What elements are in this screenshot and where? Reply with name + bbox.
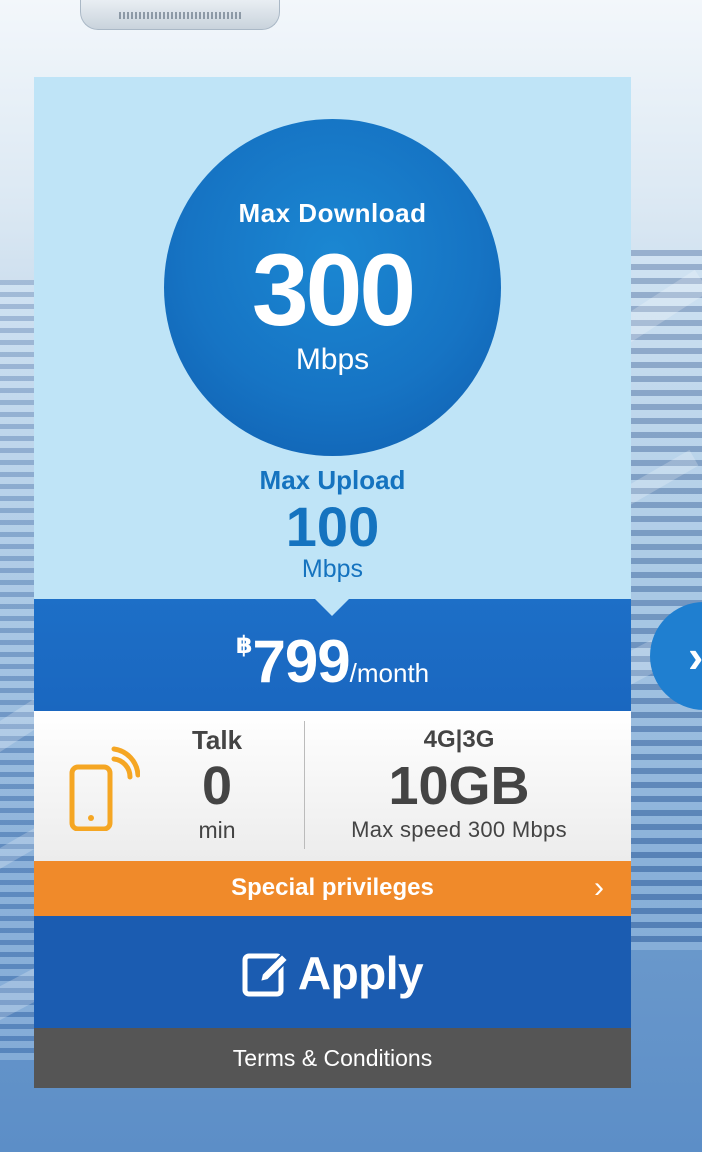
download-unit: Mbps: [295, 343, 370, 376]
data-allowance-value: 10GB: [388, 756, 530, 816]
terms-label: Terms & Conditions: [232, 1045, 433, 1071]
apply-content: Apply: [34, 946, 631, 1000]
talk-column: Talk 0 min: [167, 723, 267, 845]
data-network-label: 4G|3G: [423, 726, 495, 753]
mobile-phone-signal-icon: [69, 746, 140, 831]
special-privileges-button[interactable]: Special privileges ›: [34, 861, 631, 916]
upload-unit: Mbps: [301, 555, 364, 583]
apply-label: Apply: [297, 947, 424, 999]
download-label: Max Download: [238, 198, 427, 228]
data-column: 4G|3G 10GB Max speed 300 Mbps: [314, 723, 604, 845]
chevron-right-icon: ›: [688, 630, 702, 682]
talk-minutes-value: 0: [201, 756, 233, 816]
router-vents: [119, 12, 243, 19]
apply-button[interactable]: Apply: [34, 916, 631, 1028]
download-value: 300: [251, 233, 416, 347]
special-privileges-label: Special privileges: [231, 874, 434, 901]
edit-icon: [242, 952, 290, 997]
chevron-right-icon: ›: [594, 871, 604, 904]
price-notch: [314, 598, 350, 616]
terms-and-conditions-link[interactable]: Terms & Conditions: [34, 1028, 631, 1088]
price-period: /month: [349, 658, 430, 688]
price-band: ฿799/month: [34, 598, 631, 711]
upload-value: 100: [285, 495, 380, 558]
talk-label: Talk: [191, 725, 243, 755]
plan-card: Max Download 300 Mbps Max Upload 100 Mbp…: [34, 77, 631, 1088]
monthly-price: ฿799/month: [34, 627, 631, 696]
plan-details-panel: Talk 0 min 4G|3G 10GB Max speed 300 Mbps: [34, 711, 631, 861]
column-divider: [304, 721, 305, 849]
wifi-router-icon: [80, 0, 280, 30]
upload-label: Max Upload: [259, 465, 406, 495]
price-currency: ฿: [235, 632, 253, 659]
price-amount: 799: [252, 628, 351, 695]
talk-unit: min: [198, 817, 236, 843]
data-max-speed: Max speed 300 Mbps: [351, 817, 567, 842]
background-city-right: [622, 250, 702, 950]
